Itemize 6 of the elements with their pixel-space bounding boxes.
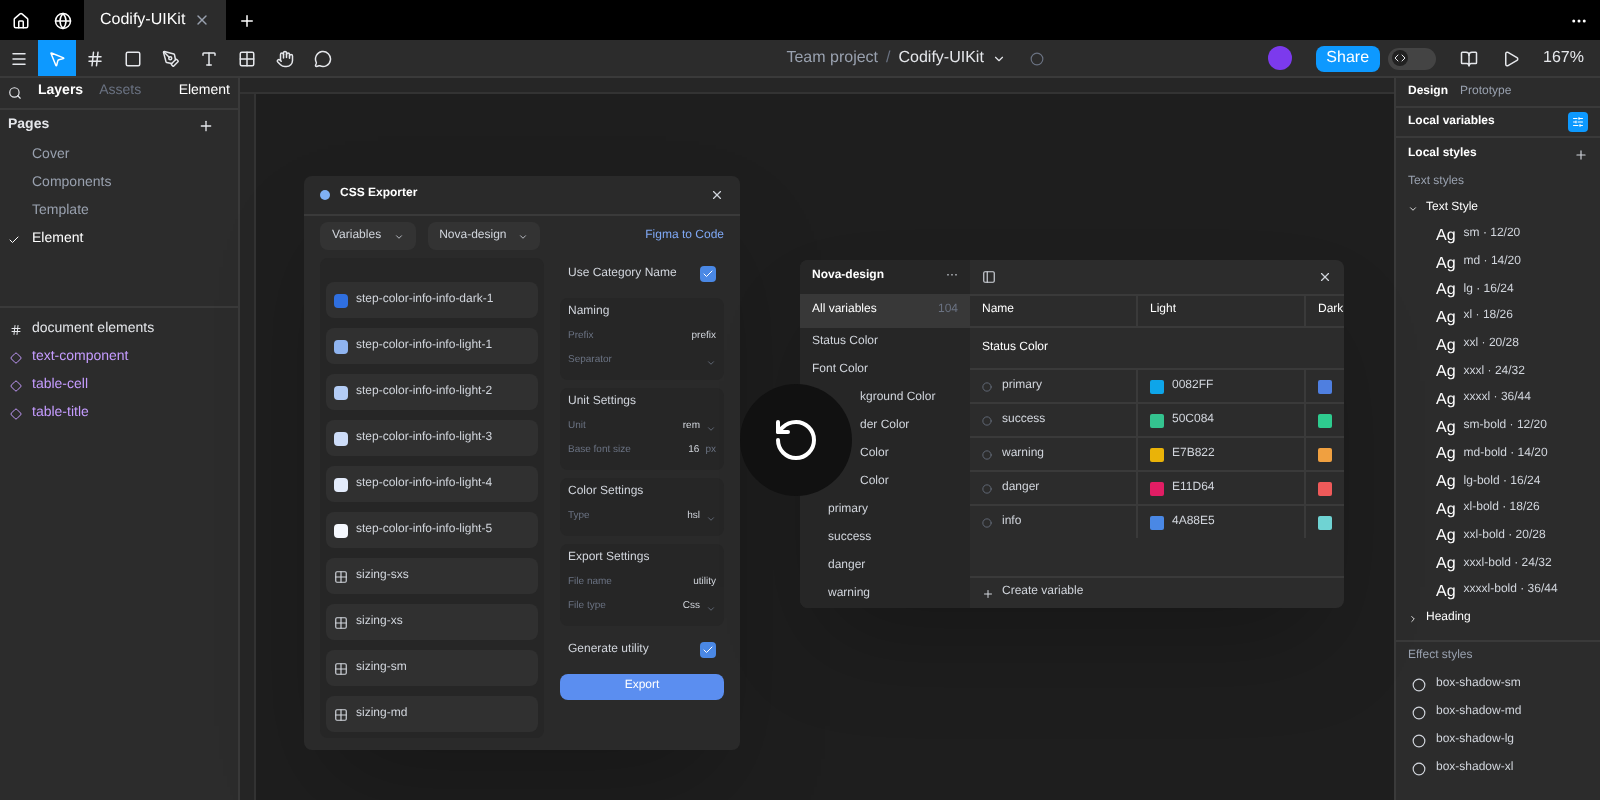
project-name[interactable]: Team project (786, 46, 879, 70)
file-tab[interactable]: Codify-UIKit (84, 0, 226, 40)
zoom-level[interactable]: 167% (1543, 46, 1584, 70)
breadcrumb-separator: / (886, 46, 891, 70)
tab-title: Codify-UIKit (100, 8, 186, 32)
file-name[interactable]: Codify-UIKit (898, 46, 984, 70)
